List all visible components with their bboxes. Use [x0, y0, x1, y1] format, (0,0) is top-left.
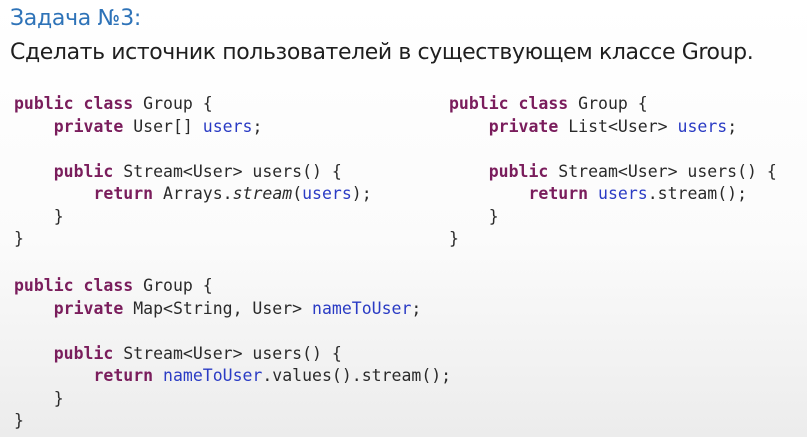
code-line: }: [14, 410, 451, 433]
code-line: return users.stream();: [449, 183, 777, 206]
code-token: public: [488, 161, 549, 181]
code-token: ;: [727, 116, 738, 136]
code-token: }: [14, 206, 64, 226]
code-token: Map<String, User>: [123, 298, 313, 318]
code-line: }: [449, 228, 777, 251]
slide-subtitle: Сделать источник пользователей в существ…: [10, 40, 754, 65]
code-token: return: [93, 184, 154, 203]
code-line: public Stream<User> users() {: [14, 161, 372, 184]
code-token: nameToUser: [163, 366, 263, 385]
code-token: );: [351, 184, 372, 203]
code-line: public Stream<User> users() {: [14, 343, 451, 366]
code-token: User[]: [123, 116, 203, 136]
code-token: }: [449, 229, 459, 248]
code-token: users: [202, 116, 253, 136]
code-line: }: [14, 206, 372, 229]
code-line: }: [449, 206, 777, 229]
code-token: private: [53, 116, 124, 136]
code-token: }: [449, 206, 499, 226]
code-block-list: public class Group { private List<User> …: [449, 93, 777, 251]
code-token: private: [53, 298, 124, 318]
code-line: public class Group {: [449, 93, 777, 116]
code-token: Arrays.: [153, 184, 233, 203]
code-token: List<User>: [558, 116, 678, 136]
code-line: private Map<String, User> nameToUser;: [14, 298, 451, 321]
code-token: }: [14, 229, 24, 248]
slide-title: Задача №3:: [10, 6, 142, 31]
code-line: return nameToUser.values().stream();: [14, 365, 451, 388]
code-token: public class: [14, 276, 134, 295]
code-token: public: [53, 343, 114, 363]
code-token: private: [488, 116, 559, 136]
code-line: private User[] users;: [14, 116, 372, 139]
code-token: stream: [232, 184, 293, 203]
code-block-map: public class Group { private Map<String,…: [14, 275, 451, 433]
code-token: ;: [411, 298, 422, 318]
code-token: (: [292, 184, 303, 203]
code-line: }: [14, 388, 451, 411]
code-token: ;: [252, 116, 263, 136]
code-token: nameToUser: [312, 298, 412, 318]
code-token: users: [677, 116, 728, 136]
code-token: public class: [449, 94, 569, 113]
code-line: return Arrays.stream(users);: [14, 183, 372, 206]
code-block-array: public class Group { private User[] user…: [14, 93, 372, 251]
code-line: private List<User> users;: [449, 116, 777, 139]
code-token: Stream<User> users() {: [113, 161, 342, 181]
code-token: .values().stream();: [262, 366, 452, 385]
code-token: }: [14, 388, 64, 408]
code-token: users: [302, 184, 352, 203]
code-token: .stream();: [647, 184, 748, 203]
code-line: }: [14, 228, 372, 251]
code-token: Stream<User> users() {: [548, 161, 777, 181]
code-token: Group {: [133, 276, 213, 295]
code-line: public class Group {: [14, 275, 451, 298]
code-token: public class: [14, 94, 134, 113]
code-line: public class Group {: [14, 93, 372, 116]
code-token: public: [53, 161, 114, 181]
code-token: Group {: [568, 94, 648, 113]
code-token: return: [93, 366, 154, 385]
code-token: return: [528, 184, 589, 203]
code-token: users: [598, 184, 648, 203]
code-token: Group {: [133, 94, 213, 113]
code-token: }: [14, 411, 24, 430]
code-token: Stream<User> users() {: [113, 343, 342, 363]
slide: Задача №3: Сделать источник пользователе…: [0, 0, 807, 437]
code-line: public Stream<User> users() {: [449, 161, 777, 184]
